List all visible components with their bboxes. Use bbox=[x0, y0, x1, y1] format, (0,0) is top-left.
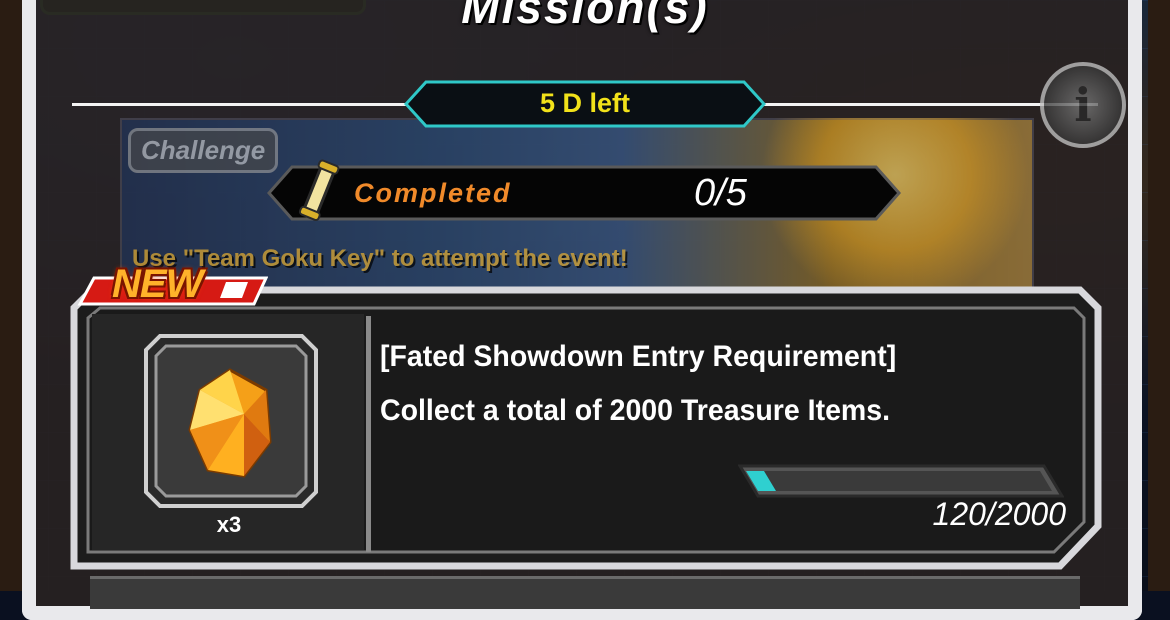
scroll-icon bbox=[298, 159, 340, 221]
completed-count: 0/5 bbox=[694, 172, 747, 214]
completed-label: Completed bbox=[354, 178, 512, 208]
time-remaining-pill: 5 D left bbox=[404, 80, 766, 128]
next-mission-card-edge bbox=[90, 576, 1080, 609]
time-remaining-text: 5 D left bbox=[539, 88, 631, 118]
progress-text: 120/2000 bbox=[932, 496, 1066, 532]
mission-description: Collect a total of 2000 Treasure Items. bbox=[380, 394, 891, 427]
info-icon: i bbox=[1074, 78, 1092, 132]
page-title: Mission(s) bbox=[461, 0, 709, 33]
challenge-tag: Challenge bbox=[128, 128, 279, 173]
mission-title: [Fated Showdown Entry Requirement] bbox=[380, 340, 897, 373]
right-edge bbox=[1148, 0, 1170, 591]
reward-quantity: x3 bbox=[216, 512, 242, 537]
new-badge-label: NEW bbox=[112, 262, 203, 306]
card-divider bbox=[366, 316, 371, 552]
info-button[interactable]: i bbox=[1040, 62, 1126, 148]
left-edge bbox=[0, 0, 22, 591]
progress-bar bbox=[738, 464, 1064, 498]
reward-item-tile[interactable] bbox=[144, 334, 318, 508]
timer-rule-left bbox=[72, 103, 408, 106]
